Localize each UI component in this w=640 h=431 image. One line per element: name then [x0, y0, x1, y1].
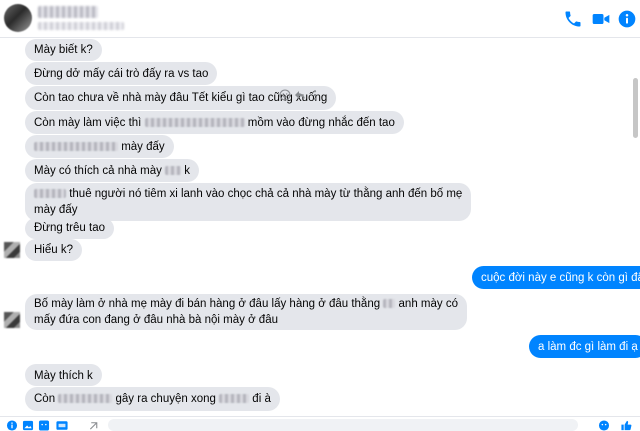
message-composer	[0, 416, 640, 431]
message-text: Bố mày làm ở nhà mẹ mày đi bán hàng ở đâ…	[34, 298, 381, 310]
message-text: đi à	[252, 393, 271, 405]
like-icon[interactable]	[620, 420, 632, 431]
message-text: Đừng trêu tao	[34, 222, 105, 234]
incoming-message[interactable]: Mày thích k	[25, 364, 102, 386]
incoming-message[interactable]: Đừng dở mấy cái trò đấy ra vs tao	[25, 62, 218, 85]
incoming-message[interactable]: thuê người nó tiêm xi lanh vào chọc chả …	[25, 183, 472, 221]
reply-icon[interactable]	[294, 89, 306, 101]
message-list[interactable]: Mày biết k? Đừng dở mấy cái trò đấy ra v…	[0, 38, 640, 415]
conversation-header	[0, 0, 640, 38]
redacted-text	[219, 394, 250, 403]
incoming-message[interactable]: Còn mày làm việc thì mồm vào đừng nhắc đ…	[25, 111, 404, 134]
scrollbar-thumb[interactable]	[633, 78, 638, 138]
message-text: Đừng dở mấy cái trò đấy ra vs tao	[34, 68, 209, 80]
image-icon[interactable]	[22, 420, 34, 431]
attach-icon[interactable]	[88, 420, 100, 431]
message-text: k	[184, 165, 190, 177]
contact-status-redacted	[38, 22, 124, 30]
message-text: Hiểu k?	[34, 244, 73, 256]
contact-name-redacted[interactable]	[38, 6, 98, 18]
redacted-text	[58, 394, 113, 403]
message-text: gây ra chuyện xong	[115, 393, 216, 405]
message-text: cuộc đời này e cũng k còn gì đâu	[481, 272, 640, 284]
message-text: Mày có thích cả nhà mày	[34, 165, 162, 177]
redacted-text	[383, 299, 396, 308]
message-text: mấy đứa con đang ở đâu nhà bà nội mày ở …	[34, 314, 278, 326]
message-text: anh mày có	[398, 298, 458, 310]
gif-icon[interactable]	[56, 420, 68, 431]
incoming-message[interactable]: Bố mày làm ở nhà mẹ mày đi bán hàng ở đâ…	[25, 294, 467, 330]
message-input[interactable]	[108, 419, 578, 431]
info-icon[interactable]	[617, 9, 637, 29]
incoming-message[interactable]: Hiểu k?	[25, 239, 82, 261]
incoming-message[interactable]: Đừng trêu tao	[25, 218, 114, 239]
message-text: thuê người nó tiêm xi lanh vào chọc chả …	[69, 188, 463, 200]
message-text: mày đấy	[121, 141, 165, 153]
incoming-message[interactable]: mày đấy	[25, 135, 174, 158]
message-text: Còn mày làm việc thì	[34, 117, 142, 129]
contact-avatar[interactable]	[4, 312, 20, 328]
video-call-icon[interactable]	[591, 9, 611, 29]
message-text: Mày biết k?	[34, 44, 93, 56]
incoming-message[interactable]: Còn gây ra chuyện xong đi à	[25, 387, 280, 411]
redacted-text	[34, 142, 118, 151]
message-text: a làm đc gì làm đi ạ	[538, 341, 638, 353]
contact-avatar[interactable]	[4, 242, 20, 258]
redacted-text	[144, 118, 245, 127]
message-text: Mày thích k	[34, 370, 93, 382]
incoming-message[interactable]: Mày có thích cả nhà mày k	[25, 159, 199, 182]
sticker-icon[interactable]	[38, 420, 50, 431]
redacted-text	[165, 166, 182, 175]
incoming-message[interactable]: Mày biết k?	[25, 39, 102, 61]
contact-avatar[interactable]	[4, 4, 32, 32]
more-options-icon[interactable]	[309, 89, 321, 101]
info-icon[interactable]	[6, 420, 18, 431]
emoji-reaction-icon[interactable]	[279, 89, 291, 101]
redacted-text	[34, 189, 66, 198]
phone-icon[interactable]	[563, 9, 583, 29]
message-text: Còn	[34, 393, 56, 405]
outgoing-message[interactable]: a làm đc gì làm đi ạ	[529, 335, 640, 358]
message-text: mày đấy	[34, 204, 78, 216]
emoji-icon[interactable]	[598, 420, 610, 431]
message-text: mồm vào đừng nhắc đến tao	[247, 117, 395, 129]
outgoing-message[interactable]: cuộc đời này e cũng k còn gì đâu	[472, 266, 640, 289]
